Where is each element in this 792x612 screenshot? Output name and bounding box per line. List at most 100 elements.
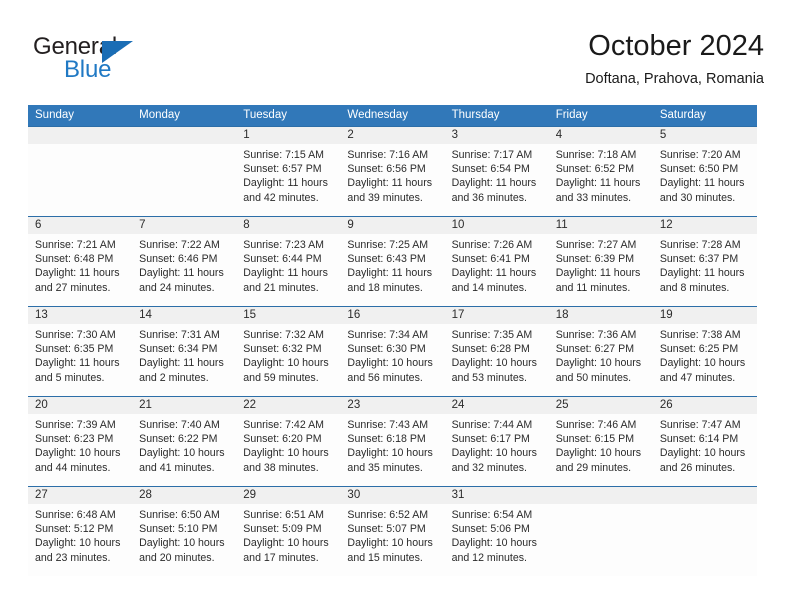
day-info-line: Daylight: 11 hours (139, 357, 224, 370)
day-info-line: Sunset: 6:54 PM (451, 163, 530, 176)
day-cell[interactable]: Sunrise: 7:23 AM Sunset: 6:44 PM Daylight:… (236, 234, 340, 306)
day-cell-empty (132, 144, 236, 216)
day-info-line: Sunrise: 6:52 AM (347, 509, 429, 521)
day-number[interactable]: 24 (445, 397, 549, 414)
day-info-line: and 11 minutes. (555, 281, 631, 294)
day-cell[interactable]: Sunrise: 7:39 AM Sunset: 6:23 PM Daylight:… (28, 414, 132, 486)
day-number[interactable]: 25 (549, 397, 653, 414)
day-cell[interactable]: Sunrise: 7:40 AM Sunset: 6:22 PM Daylight:… (132, 414, 236, 486)
day-number[interactable]: 29 (236, 487, 340, 504)
day-number[interactable]: 20 (28, 397, 132, 414)
day-number[interactable]: 23 (340, 397, 444, 414)
day-info-line: Daylight: 10 hours (451, 537, 537, 550)
day-info-line: Sunset: 6:43 PM (347, 253, 426, 266)
day-info-band: Sunrise: 6:48 AM Sunset: 5:12 PM Daylight:… (28, 504, 757, 576)
day-cell[interactable]: Sunrise: 6:51 AM Sunset: 5:09 PM Daylight:… (236, 504, 340, 576)
day-info-line: Sunset: 6:25 PM (659, 343, 739, 356)
day-cell[interactable]: Sunrise: 7:34 AM Sunset: 6:30 PM Daylight:… (340, 324, 444, 396)
day-number-empty (549, 487, 653, 504)
calendar-page: General Blue October 2024 Doftana, Praho… (0, 0, 792, 612)
day-info-line: Daylight: 10 hours (555, 447, 642, 460)
day-cell[interactable]: Sunrise: 7:47 AM Sunset: 6:14 PM Daylight:… (653, 414, 757, 486)
day-number[interactable]: 2 (340, 127, 444, 144)
day-cell[interactable]: Sunrise: 7:22 AM Sunset: 6:46 PM Daylight:… (132, 234, 236, 306)
day-cell[interactable]: Sunrise: 7:18 AM Sunset: 6:52 PM Daylight:… (549, 144, 653, 216)
day-cell[interactable]: Sunrise: 7:31 AM Sunset: 6:34 PM Daylight:… (132, 324, 236, 396)
day-number[interactable]: 8 (236, 217, 340, 234)
day-info-line: Sunrise: 7:22 AM (139, 239, 220, 251)
day-info-line: Sunset: 6:23 PM (35, 433, 114, 446)
day-number[interactable]: 15 (236, 307, 340, 324)
day-cell[interactable]: Sunrise: 7:38 AM Sunset: 6:25 PM Daylight:… (653, 324, 757, 396)
day-cell[interactable]: Sunrise: 7:35 AM Sunset: 6:28 PM Daylight:… (445, 324, 549, 396)
day-cell[interactable]: Sunrise: 6:50 AM Sunset: 5:10 PM Daylight:… (132, 504, 236, 576)
day-number[interactable]: 3 (445, 127, 549, 144)
day-info-line: Daylight: 10 hours (243, 447, 329, 460)
day-number[interactable]: 10 (445, 217, 549, 234)
day-info-line: Daylight: 10 hours (451, 447, 537, 460)
day-number[interactable]: 1 (236, 127, 340, 144)
day-number[interactable]: 28 (132, 487, 236, 504)
day-cell[interactable]: Sunrise: 7:46 AM Sunset: 6:15 PM Daylight:… (549, 414, 653, 486)
day-number[interactable]: 22 (236, 397, 340, 414)
day-info-line: and 24 minutes. (139, 281, 215, 294)
day-info-line: Sunset: 6:30 PM (347, 343, 426, 356)
day-number[interactable]: 7 (132, 217, 236, 234)
day-number[interactable]: 21 (132, 397, 236, 414)
day-number[interactable]: 14 (132, 307, 236, 324)
day-info-line: Sunset: 5:12 PM (35, 523, 114, 536)
day-info-line: Daylight: 11 hours (451, 267, 537, 280)
day-info-line: and 8 minutes. (659, 281, 730, 294)
day-info-line: Sunset: 6:17 PM (451, 433, 530, 446)
day-cell[interactable]: Sunrise: 7:44 AM Sunset: 6:17 PM Daylight:… (445, 414, 549, 486)
day-info-line: Daylight: 10 hours (347, 447, 433, 460)
day-cell[interactable]: Sunrise: 7:21 AM Sunset: 6:48 PM Daylight:… (28, 234, 132, 306)
day-number[interactable]: 30 (340, 487, 444, 504)
day-cell[interactable]: Sunrise: 7:43 AM Sunset: 6:18 PM Daylight:… (340, 414, 444, 486)
day-number[interactable]: 18 (549, 307, 653, 324)
day-cell[interactable]: Sunrise: 7:36 AM Sunset: 6:27 PM Daylight:… (549, 324, 653, 396)
day-number[interactable]: 31 (445, 487, 549, 504)
day-cell[interactable]: Sunrise: 7:16 AM Sunset: 6:56 PM Daylight:… (340, 144, 444, 216)
day-cell[interactable]: Sunrise: 7:20 AM Sunset: 6:50 PM Daylight:… (653, 144, 757, 216)
day-info-line: and 32 minutes. (451, 461, 527, 474)
day-info-line: and 44 minutes. (35, 461, 111, 474)
day-cell[interactable]: Sunrise: 7:17 AM Sunset: 6:54 PM Daylight:… (445, 144, 549, 216)
day-info-line: and 56 minutes. (347, 371, 423, 384)
day-number[interactable]: 9 (340, 217, 444, 234)
day-number[interactable]: 26 (653, 397, 757, 414)
day-number[interactable]: 11 (549, 217, 653, 234)
day-info-line: Daylight: 10 hours (35, 537, 121, 550)
day-info-line: and 35 minutes. (347, 461, 423, 474)
day-cell-empty (549, 504, 653, 576)
day-cell[interactable]: Sunrise: 7:42 AM Sunset: 6:20 PM Daylight:… (236, 414, 340, 486)
day-info-line: Daylight: 11 hours (139, 267, 224, 280)
day-number[interactable]: 19 (653, 307, 757, 324)
day-info-line: Sunset: 6:39 PM (555, 253, 635, 266)
day-info-line: Sunrise: 7:21 AM (35, 239, 116, 251)
day-info-line: Sunrise: 7:34 AM (347, 329, 429, 341)
day-number[interactable]: 13 (28, 307, 132, 324)
day-cell[interactable]: Sunrise: 7:28 AM Sunset: 6:37 PM Daylight:… (653, 234, 757, 306)
general-blue-logo: General Blue (33, 33, 223, 91)
day-number[interactable]: 4 (549, 127, 653, 144)
day-cell[interactable]: Sunrise: 6:48 AM Sunset: 5:12 PM Daylight:… (28, 504, 132, 576)
day-number[interactable]: 27 (28, 487, 132, 504)
day-number[interactable]: 6 (28, 217, 132, 234)
day-cell[interactable]: Sunrise: 7:30 AM Sunset: 6:35 PM Daylight:… (28, 324, 132, 396)
day-cell[interactable]: Sunrise: 7:27 AM Sunset: 6:39 PM Daylight:… (549, 234, 653, 306)
day-cell[interactable]: Sunrise: 7:25 AM Sunset: 6:43 PM Daylight:… (340, 234, 444, 306)
day-info-line: and 14 minutes. (451, 281, 527, 294)
day-cell[interactable]: Sunrise: 7:15 AM Sunset: 6:57 PM Daylight:… (236, 144, 340, 216)
day-info-line: and 27 minutes. (35, 281, 111, 294)
day-cell[interactable]: Sunrise: 6:52 AM Sunset: 5:07 PM Daylight:… (340, 504, 444, 576)
day-info-line: Sunrise: 7:35 AM (451, 329, 533, 341)
day-info-line: and 50 minutes. (555, 371, 632, 384)
day-cell[interactable]: Sunrise: 7:26 AM Sunset: 6:41 PM Daylight:… (445, 234, 549, 306)
day-number[interactable]: 12 (653, 217, 757, 234)
day-number[interactable]: 17 (445, 307, 549, 324)
day-cell[interactable]: Sunrise: 7:32 AM Sunset: 6:32 PM Daylight:… (236, 324, 340, 396)
day-cell[interactable]: Sunrise: 6:54 AM Sunset: 5:06 PM Daylight:… (445, 504, 549, 576)
day-number[interactable]: 5 (653, 127, 757, 144)
day-number[interactable]: 16 (340, 307, 444, 324)
